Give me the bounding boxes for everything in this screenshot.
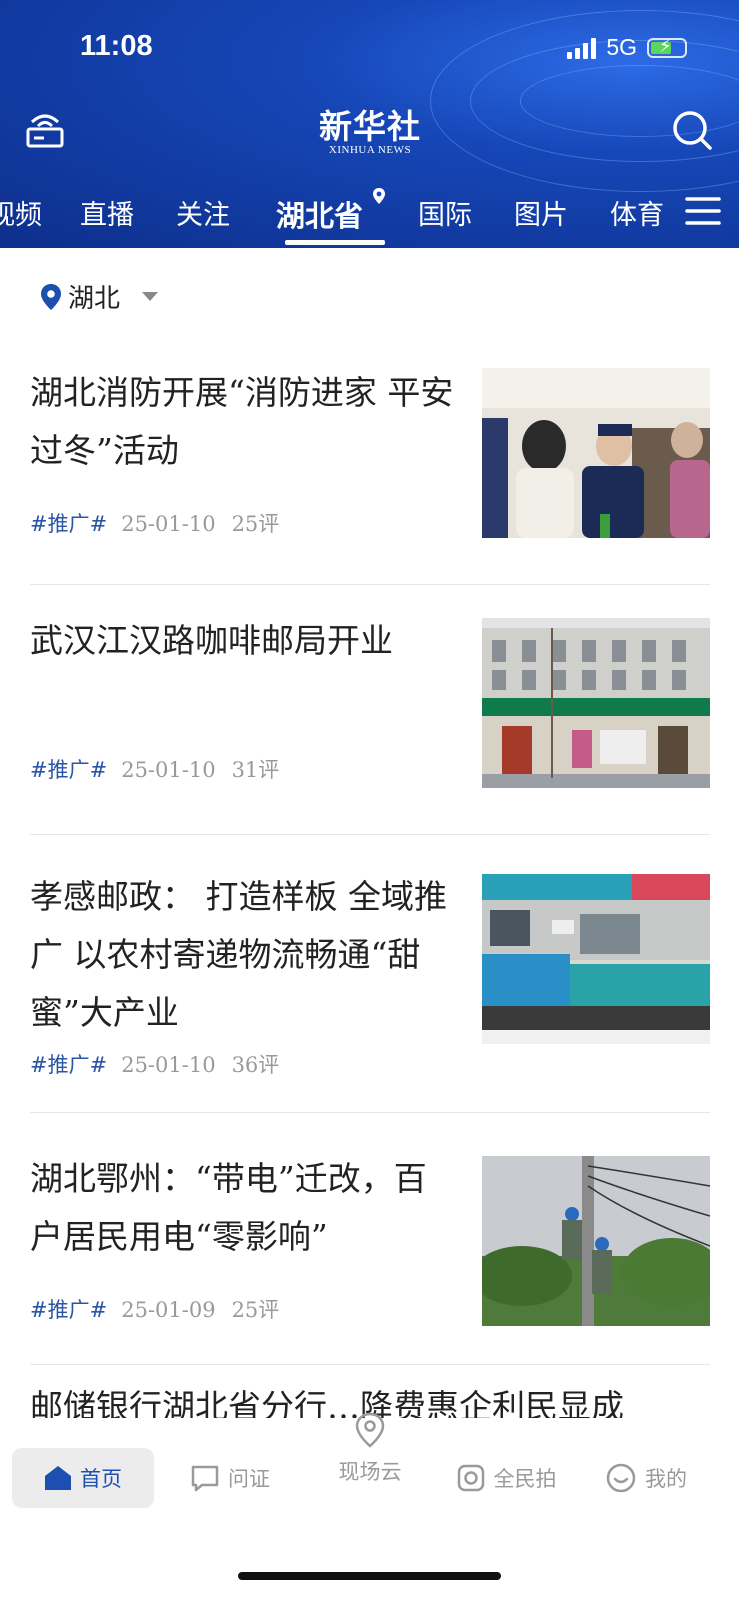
active-tab-indicator — [285, 240, 385, 245]
battery-icon: ⚡ — [647, 36, 687, 58]
news-tag: #推广# — [30, 1298, 108, 1322]
nav-home[interactable]: 首页 — [12, 1448, 154, 1508]
news-date: 25-01-10 — [121, 512, 216, 536]
dropdown-caret-icon — [142, 292, 159, 301]
radio-icon[interactable] — [24, 108, 66, 150]
news-thumbnail — [482, 1156, 710, 1326]
home-icon — [45, 1466, 71, 1490]
nav-label: 首页 — [80, 1467, 122, 1491]
status-indicators: 5G ⚡ — [567, 34, 687, 61]
news-title: 孝感邮政： 打造样板 全域推广 以农村寄递物流畅通“甜蜜”大产业 — [30, 877, 447, 1032]
news-title: 湖北消防开展“消防进家 平安过冬”活动 — [30, 373, 454, 470]
logo-text-cn: 新华社 — [319, 107, 421, 146]
news-title: 湖北鄂州：“带电”迁改，百户居民用电“零影响” — [30, 1159, 427, 1256]
app-header: 11:08 5G ⚡ 新华社 XINHUA NEWS 视频 直播 关注 湖北省 … — [0, 0, 739, 248]
news-date: 25-01-10 — [121, 1053, 216, 1077]
news-date: 25-01-10 — [121, 758, 216, 782]
nav-label: 问证 — [228, 1467, 270, 1491]
channel-tabs: 视频 直播 关注 湖北省 国际 图片 体育 — [0, 185, 739, 248]
nav-ask[interactable]: 问证 — [170, 1448, 290, 1508]
news-date: 25-01-09 — [121, 1298, 216, 1322]
location-pin-icon — [41, 283, 61, 310]
tab-pictures[interactable]: 图片 — [514, 193, 568, 232]
menu-icon[interactable] — [685, 194, 721, 228]
nav-label: 现场云 — [338, 1460, 402, 1484]
news-item[interactable]: 武汉江汉路咖啡邮局开业 #推广# 25-01-10 31评 — [30, 618, 710, 788]
news-title: 武汉江汉路咖啡邮局开业 — [30, 621, 393, 660]
tab-sports[interactable]: 体育 — [610, 193, 664, 232]
location-pin-icon — [373, 188, 385, 204]
news-thumbnail — [482, 368, 710, 538]
divider — [30, 834, 710, 835]
location-label: 湖北 — [68, 284, 121, 314]
network-type: 5G — [606, 34, 637, 60]
news-item[interactable]: 湖北鄂州：“带电”迁改，百户居民用电“零影响” #推广# 25-01-09 25评 — [30, 1156, 710, 1326]
news-thumbnail — [482, 618, 710, 788]
news-meta: #推广# 25-01-09 25评 — [30, 1294, 279, 1324]
home-indicator — [238, 1572, 501, 1580]
nav-citizen-photo[interactable]: 全民拍 — [446, 1448, 566, 1508]
tab-international[interactable]: 国际 — [418, 193, 472, 232]
nav-live-cloud[interactable]: 现场云 — [320, 1412, 420, 1486]
signal-icon — [567, 37, 597, 59]
news-meta: #推广# 25-01-10 36评 — [30, 1049, 279, 1079]
app-logo: 新华社 XINHUA NEWS — [300, 107, 440, 157]
tab-follow[interactable]: 关注 — [176, 193, 230, 232]
news-item[interactable]: 孝感邮政： 打造样板 全域推广 以农村寄递物流畅通“甜蜜”大产业 #推广# 25-… — [30, 874, 710, 1077]
chat-icon — [191, 1465, 219, 1492]
news-meta: #推广# 25-01-10 25评 — [30, 508, 279, 538]
news-thumbnail — [482, 874, 710, 1044]
camera-icon — [457, 1464, 484, 1492]
divider — [30, 1364, 710, 1365]
comment-count: 25评 — [231, 512, 280, 536]
status-time: 11:08 — [80, 30, 153, 62]
comment-count: 25评 — [231, 1298, 280, 1322]
location-icon — [355, 1412, 385, 1448]
nav-label: 全民拍 — [493, 1467, 557, 1491]
tab-video[interactable]: 视频 — [0, 193, 42, 232]
news-tag: #推广# — [30, 512, 108, 536]
nav-label: 我的 — [645, 1467, 687, 1491]
tab-hubei[interactable]: 湖北省 — [276, 193, 363, 235]
nav-mine[interactable]: 我的 — [596, 1448, 696, 1508]
divider — [30, 584, 710, 585]
news-tag: #推广# — [30, 1053, 108, 1077]
comment-count: 31评 — [231, 758, 280, 782]
smile-icon — [606, 1463, 636, 1493]
news-item[interactable]: 湖北消防开展“消防进家 平安过冬”活动 #推广# 25-01-10 25评 — [30, 368, 710, 538]
divider — [30, 1112, 710, 1113]
news-meta: #推广# 25-01-10 31评 — [30, 754, 279, 784]
search-icon[interactable] — [670, 108, 714, 152]
tab-live[interactable]: 直播 — [80, 193, 134, 232]
location-selector[interactable]: 湖北 — [40, 278, 159, 315]
comment-count: 36评 — [231, 1053, 280, 1077]
news-tag: #推广# — [30, 758, 108, 782]
